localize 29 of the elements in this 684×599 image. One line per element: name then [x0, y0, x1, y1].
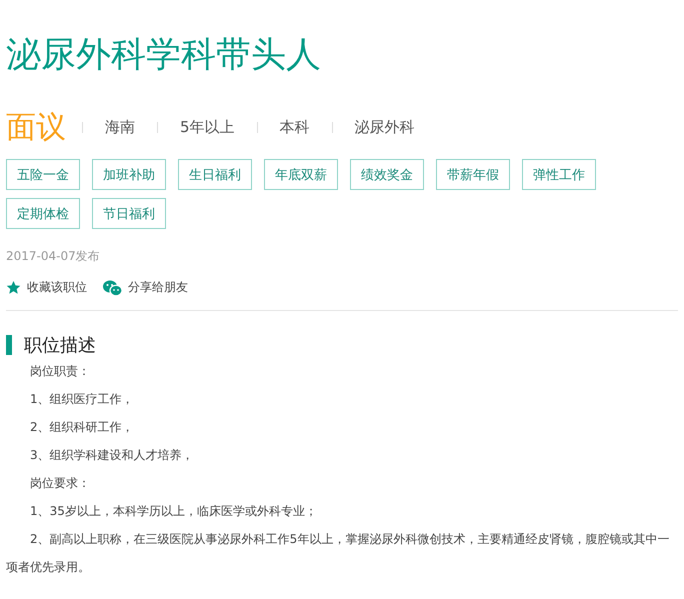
favorite-link[interactable]: 收藏该职位: [6, 279, 87, 296]
publish-date: 2017-04-07发布: [6, 248, 101, 265]
description-text: 2、组织科研工作，: [29, 419, 135, 436]
description-text: 岗位职责：: [29, 363, 91, 380]
description-text: 1、组织医疗工作，: [29, 391, 135, 408]
benefit-tag: 加班补助: [92, 159, 166, 190]
job-title: 泌尿外科学科带头人: [6, 34, 322, 77]
benefit-tag: 五险一金: [6, 159, 80, 190]
job-attribute: 本科: [280, 118, 310, 136]
job-attribute: 泌尿外科: [354, 118, 415, 136]
description-text: 2、副高以上职称，在三级医院从事泌尿外科工作5年以上，掌握泌尿外科微创技术，主要精通经皮肾镜，腹腔镜或其中一项者优先录用。: [6, 531, 670, 576]
description-text: 1、35岁以上，本科学历以上，临床医学或外科专业；: [29, 503, 318, 520]
star-icon: [6, 280, 21, 295]
benefit-tag: 绩效奖金: [350, 159, 424, 190]
job-attribute: 海南: [105, 118, 135, 136]
description-text: 岗位要求：: [29, 475, 91, 492]
job-attribute: 5年以上: [180, 118, 235, 136]
benefit-tag: 定期体检: [6, 198, 80, 229]
chat-bubbles-icon: [103, 280, 122, 296]
accent-bar: [6, 335, 12, 355]
share-link[interactable]: 分享给朋友: [103, 279, 188, 296]
benefit-tag: 生日福利: [178, 159, 252, 190]
section-title: 职位描述: [24, 334, 96, 357]
salary: 面议: [6, 108, 66, 146]
benefit-tag: 年底双薪: [264, 159, 338, 190]
benefit-tag: 带薪年假: [436, 159, 510, 190]
description-text: 3、组织学科建设和人才培养，: [29, 447, 195, 464]
benefit-tag: 节日福利: [92, 198, 166, 229]
benefit-tag: 弹性工作: [522, 159, 596, 190]
